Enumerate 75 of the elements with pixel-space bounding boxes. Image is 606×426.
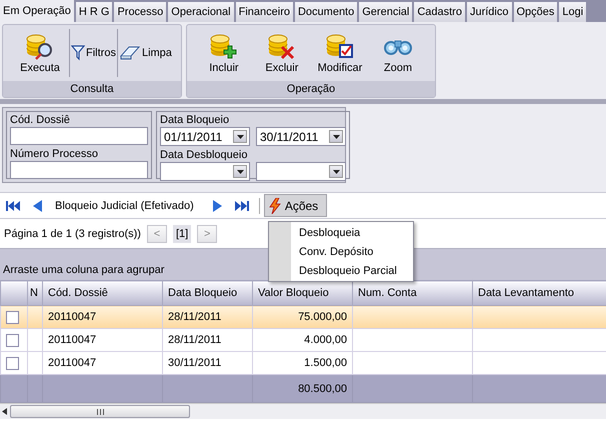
input-field[interactable] (10, 161, 148, 179)
date-dropdown[interactable]: 01/11/2011 (160, 127, 250, 146)
column-header[interactable]: Valor Bloqueio (252, 280, 352, 306)
row-checkbox[interactable] (6, 356, 19, 370)
first-page-icon (6, 200, 20, 212)
database-edit-icon (324, 32, 355, 60)
row-checkbox[interactable] (6, 334, 19, 346)
column-header[interactable]: N (28, 280, 42, 306)
grip-icon (96, 408, 104, 414)
column-header[interactable]: Data Bloqueio (162, 280, 252, 306)
field-label: Número Processo (10, 148, 100, 161)
tab[interactable]: Opções (514, 2, 558, 22)
scroll-left-icon (2, 408, 7, 415)
scrollbar-thumb[interactable] (10, 405, 190, 418)
ribbon-button[interactable]: Excluir (252, 30, 311, 76)
table-cell: 20110047 (42, 306, 162, 328)
dropdown-arrow-icon (236, 170, 244, 174)
ribbon-button[interactable]: Incluir (194, 30, 253, 76)
ribbon-button[interactable]: Executa (11, 30, 69, 76)
database-search-icon (25, 32, 55, 60)
tab[interactable]: Operacional (168, 2, 234, 22)
table-row[interactable]: 20110047 28/11/2011 4.000,00 (0, 328, 606, 352)
last-page-icon (234, 200, 249, 212)
field-label: Data Desbloqueio (160, 149, 248, 162)
dropdown-arrow-icon (236, 134, 244, 138)
input-field[interactable] (10, 127, 148, 145)
page-link[interactable]: [1] (172, 224, 192, 242)
group-title: Consulta (3, 81, 181, 97)
database-add-icon (208, 32, 239, 60)
tab[interactable]: Documento (294, 2, 358, 22)
ribbon-button[interactable]: Zoom (368, 30, 427, 76)
ribbon-button[interactable]: Limpa (116, 29, 173, 77)
eraser-icon (118, 45, 141, 61)
tab[interactable]: Processo (114, 2, 166, 22)
actions-button[interactable]: Ações (264, 194, 328, 217)
table-cell: 28/11/2011 (162, 328, 252, 352)
previous-icon (32, 200, 43, 212)
record-title: Bloqueio Judicial (Efetivado) (54, 200, 195, 212)
table-cell: 4.000,00 (252, 328, 352, 352)
ribbon-button[interactable]: Filtros (69, 29, 117, 77)
filter-icon (71, 45, 85, 61)
group-by-hint: Arraste uma coluna para agrupar (3, 264, 164, 276)
table-cell: 20110047 (42, 328, 162, 352)
tab[interactable]: Financeiro (236, 2, 293, 22)
column-header[interactable]: Cód. Dossiê (42, 280, 162, 306)
table-cell: 75.000,00 (252, 306, 352, 328)
dropdown-arrow-icon (332, 170, 340, 174)
ribbon-button[interactable]: Modificar (310, 30, 369, 76)
date-dropdown[interactable] (160, 162, 250, 181)
next-icon (212, 200, 223, 212)
field-label: Cód. Dossiê (10, 114, 71, 127)
row-checkbox[interactable] (6, 310, 19, 324)
total-cell: 80.500,00 (252, 374, 352, 402)
date-dropdown[interactable] (256, 162, 346, 181)
group-title: Operação (186, 81, 435, 97)
dropdown-arrow-icon (332, 134, 340, 138)
page-summary: Página 1 de 1 (3 registro(s)) (4, 228, 141, 240)
menu-item[interactable]: Desbloqueia (269, 223, 413, 242)
menu-item[interactable]: Desbloqueio Parcial (269, 261, 413, 280)
database-delete-icon (266, 32, 297, 60)
tab[interactable]: Logi (559, 2, 586, 22)
date-dropdown[interactable]: 30/11/2011 (256, 127, 346, 146)
menu-item[interactable]: Conv. Depósito (269, 242, 413, 261)
tab[interactable]: Jurídico (466, 2, 512, 22)
tab[interactable]: Cadastro (414, 2, 465, 22)
horizontal-scrollbar[interactable] (0, 403, 606, 419)
tab[interactable]: H R G (76, 2, 112, 22)
column-header[interactable]: Num. Conta (352, 280, 472, 306)
tab[interactable]: Em Operação (0, 0, 74, 22)
column-header[interactable]: Data Levantamento (472, 280, 606, 306)
field-label: Data Bloqueio (160, 114, 230, 127)
table-row[interactable]: 20110047 28/11/2011 75.000,00 (0, 306, 606, 328)
tab[interactable]: Gerencial (359, 2, 412, 22)
table-cell: 28/11/2011 (162, 306, 252, 328)
lightning-icon (268, 198, 281, 214)
